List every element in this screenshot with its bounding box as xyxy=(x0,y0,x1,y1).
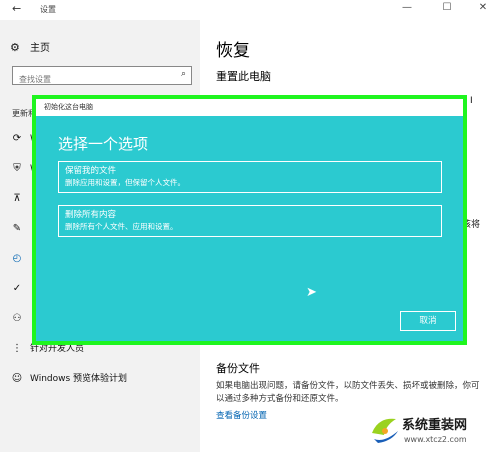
keep-files-option[interactable]: 保留我的文件 删除应用和设置，但保留个人文件。 xyxy=(58,161,442,193)
sidebar-item-label: Windows 预览体验计划 xyxy=(30,374,128,384)
title-bar: ← 设置 — ☐ ✕ xyxy=(0,0,500,20)
shield-icon: ⛨ xyxy=(13,163,21,174)
gear-icon: ⚙ xyxy=(10,41,20,54)
check-circle-icon: ✓ xyxy=(12,283,22,294)
remove-everything-option[interactable]: 删除所有内容 删除所有个人文件、应用和设置。 xyxy=(58,205,442,237)
backup-description: 如果电脑出现问题，请备份文件，以防文件丢失、损坏或被删除，你可以通过多种方式备份… xyxy=(216,381,480,404)
sidebar-item-insider[interactable]: ☺ Windows 预览体验计划 xyxy=(10,371,127,387)
search-icon[interactable]: ⌕ xyxy=(181,69,186,79)
insider-icon: ☺ xyxy=(11,373,23,384)
option-description: 删除所有个人文件、应用和设置。 xyxy=(65,222,178,231)
watermark-url: www.xtcz2.com xyxy=(404,435,467,444)
maximize-button[interactable]: ☐ xyxy=(432,2,462,13)
sidebar-home[interactable]: ⚙ 主页 xyxy=(10,39,50,54)
backup-settings-link[interactable]: 查看备份设置 xyxy=(216,409,267,421)
sidebar-item-find-device[interactable]: ⚇ xyxy=(10,311,30,327)
option-description: 删除应用和设置，但保留个人文件。 xyxy=(65,178,185,187)
wrench-icon: ✎ xyxy=(12,223,22,234)
reset-heading: 重置此电脑 xyxy=(216,70,271,83)
dialog-title: 初始化这台电脑 xyxy=(36,99,463,116)
minimize-button[interactable]: — xyxy=(392,2,422,13)
history-icon: ◴ xyxy=(12,253,22,264)
watermark-logo-icon xyxy=(372,418,398,443)
sidebar-item-backup[interactable]: ⊼ xyxy=(10,191,30,207)
upload-icon: ⊼ xyxy=(13,193,21,204)
watermark: 系统重装网 www.xtcz2.com xyxy=(366,408,500,452)
sidebar-item-recovery[interactable]: ◴ xyxy=(10,251,30,267)
sidebar-item-activation[interactable]: ✓ xyxy=(10,281,30,297)
dialog-heading: 选择一个选项 xyxy=(58,135,149,153)
page-title: 恢复 xyxy=(216,41,250,61)
back-arrow-icon[interactable]: ← xyxy=(12,2,21,15)
refresh-icon: ⟳ xyxy=(12,133,22,144)
close-button[interactable]: ✕ xyxy=(468,2,498,13)
reset-dialog: 初始化这台电脑 选择一个选项 保留我的文件 删除应用和设置，但保留个人文件。 删… xyxy=(32,95,467,345)
home-label: 主页 xyxy=(30,43,50,54)
sidebar-item-troubleshoot[interactable]: ✎ xyxy=(10,221,30,237)
mouse-cursor-icon: ➤ xyxy=(306,285,317,300)
search-input[interactable] xyxy=(13,71,163,88)
cancel-button[interactable]: 取消 xyxy=(400,311,456,331)
window-title: 设置 xyxy=(40,5,56,14)
search-box[interactable]: ⌕ xyxy=(12,66,192,88)
option-title: 删除所有内容 xyxy=(65,210,117,220)
person-icon: ⚇ xyxy=(12,313,22,324)
text-fragment: I xyxy=(470,96,473,106)
backup-heading: 备份文件 xyxy=(216,362,260,375)
option-title: 保留我的文件 xyxy=(65,166,117,176)
sidebar-item-label: 针对开发人员 xyxy=(30,344,85,354)
developer-icon: ⋮ xyxy=(12,343,22,354)
watermark-title: 系统重装网 xyxy=(402,418,468,433)
